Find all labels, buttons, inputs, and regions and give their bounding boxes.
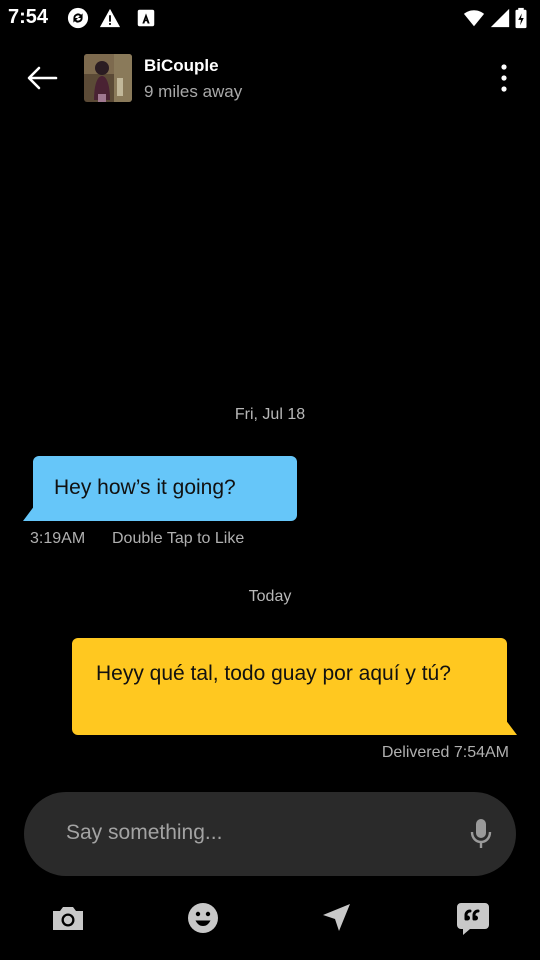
contact-name[interactable]: BiCouple	[144, 56, 219, 76]
battery-icon	[515, 7, 527, 29]
microphone-icon[interactable]	[467, 816, 495, 852]
delivery-status: Delivered 7:54AM	[381, 744, 509, 761]
status-time: 7:54	[8, 6, 49, 28]
message-text: Hey how’s it going?	[54, 476, 236, 499]
bubble-tail	[23, 505, 43, 521]
camera-icon[interactable]	[50, 900, 86, 936]
message-time: 3:19AM	[30, 530, 86, 547]
font-a-icon	[137, 9, 155, 27]
warning-icon	[99, 8, 121, 28]
outgoing-message-bubble[interactable]: Heyy qué tal, todo guay por aquí y tú?	[72, 638, 507, 735]
bubble-tail	[497, 719, 517, 735]
back-arrow-icon[interactable]	[24, 60, 60, 96]
emoji-icon[interactable]	[185, 900, 221, 936]
status-bar: 7:54	[0, 0, 540, 36]
date-separator: Fri, Jul 18	[234, 406, 306, 423]
location-icon[interactable]	[319, 900, 355, 936]
input-placeholder: Say something...	[66, 821, 223, 844]
chat-header: BiCouple 9 miles away	[0, 44, 540, 112]
message-text: Heyy qué tal, todo guay por aquí y tú?	[96, 662, 451, 685]
date-separator: Today	[248, 588, 292, 605]
wifi-icon	[463, 10, 485, 27]
incoming-message-bubble[interactable]: Hey how’s it going?	[33, 456, 297, 521]
message-input[interactable]: Say something...	[24, 792, 516, 876]
more-options-icon[interactable]	[490, 60, 518, 96]
sync-icon	[67, 7, 89, 29]
avatar-photo	[84, 54, 132, 102]
saved-phrases-icon[interactable]	[455, 900, 491, 936]
contact-avatar[interactable]	[84, 54, 132, 102]
contact-distance: 9 miles away	[144, 82, 243, 101]
double-tap-hint: Double Tap to Like	[112, 530, 245, 547]
signal-icon	[490, 8, 510, 28]
